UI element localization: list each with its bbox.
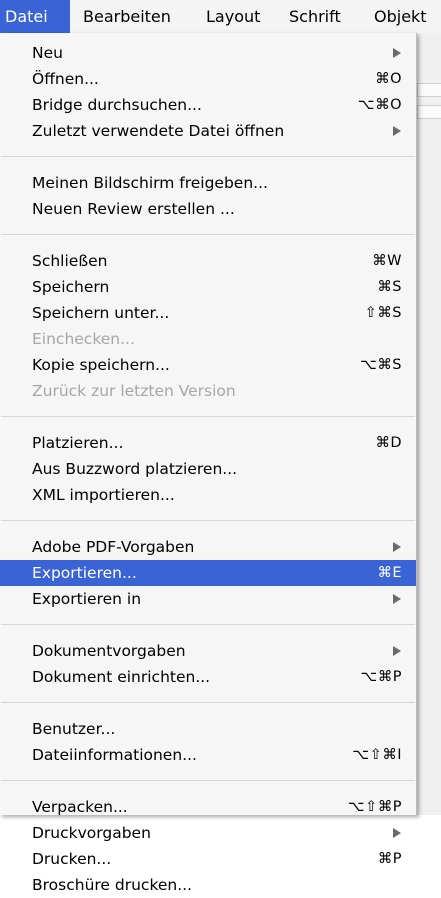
menu-separator (1, 234, 415, 235)
menu-item-label: Adobe PDF-Vorgaben (32, 538, 195, 556)
menu-item-label: Platzieren... (32, 434, 124, 452)
keyboard-shortcut: ⌥⌘S (360, 357, 402, 373)
menu-item-exportieren-in[interactable]: Exportieren in (0, 586, 416, 612)
menubar-item-layout[interactable]: Layout (201, 0, 265, 33)
menu-item-speichern[interactable]: Speichern ⌘S (0, 274, 416, 300)
menu-item-label: Neuen Review erstellen ... (32, 200, 235, 218)
menu-item-exportieren[interactable]: Exportieren... ⌘E (0, 560, 416, 586)
menu-item-meinen-bildschirm-freigeben[interactable]: Meinen Bildschirm freigeben... (0, 170, 416, 196)
menu-item-label: Kopie speichern... (32, 356, 170, 374)
submenu-arrow-icon (393, 594, 401, 604)
menu-item-label: Speichern (32, 278, 110, 296)
menu-item-verpacken[interactable]: Verpacken... ⌥⇧⌘P (0, 794, 416, 820)
menu-item-schließen[interactable]: Schließen ⌘W (0, 248, 416, 274)
menu-separator (1, 416, 415, 417)
background-field (417, 83, 441, 97)
menu-item-label: Dokument einrichten... (32, 668, 211, 686)
menu-item-label: Benutzer... (32, 720, 116, 738)
submenu-arrow-icon (393, 828, 401, 838)
menu-item-neuen-review-erstellen[interactable]: Neuen Review erstellen ... (0, 196, 416, 222)
menu-item-aus-buzzword-platzieren[interactable]: Aus Buzzword platzieren... (0, 456, 416, 482)
submenu-arrow-icon (393, 126, 401, 136)
menu-item-label: Exportieren... (32, 564, 137, 582)
menu-item-label: Broschüre drucken... (32, 876, 193, 894)
menu-item-dokumentvorgaben[interactable]: Dokumentvorgaben (0, 638, 416, 664)
menu-separator (1, 702, 415, 703)
menu-item-label: Dateiinformationen... (32, 746, 197, 764)
keyboard-shortcut: ⌥⌘O (357, 97, 402, 113)
menu-item-label: Schließen (32, 252, 108, 270)
keyboard-shortcut: ⌘D (375, 435, 402, 451)
menu-item-label: Speichern unter... (32, 304, 170, 322)
menu-item-benutzer[interactable]: Benutzer... (0, 716, 416, 742)
menu-item-label: Dokumentvorgaben (32, 642, 186, 660)
background-app-panel (417, 33, 441, 815)
menu-item-bridge-durchsuchen[interactable]: Bridge durchsuchen... ⌥⌘O (0, 92, 416, 118)
menu-item-label: Drucken... (32, 850, 112, 868)
keyboard-shortcut: ⌥⌘P (360, 669, 402, 685)
menubar-item-bearbeiten[interactable]: Bearbeiten (78, 0, 176, 33)
menu-separator (1, 780, 415, 781)
menubar-item-objekt[interactable]: Objekt (369, 0, 432, 33)
menu-item-label: Meinen Bildschirm freigeben... (32, 174, 268, 192)
menu-item-label: Neu (32, 44, 63, 62)
menu-item-adobe-pdf-vorgaben[interactable]: Adobe PDF-Vorgaben (0, 534, 416, 560)
menu-separator (1, 520, 415, 521)
menu-item-label: Zuletzt verwendete Datei öffnen (32, 122, 285, 140)
menu-item-label: Bridge durchsuchen... (32, 96, 202, 114)
menu-item-kopie-speichern[interactable]: Kopie speichern... ⌥⌘S (0, 352, 416, 378)
menu-item-öffnen[interactable]: Öffnen... ⌘O (0, 66, 416, 92)
background-field (417, 105, 441, 119)
menu-item-speichern-unter[interactable]: Speichern unter... ⇧⌘S (0, 300, 416, 326)
menu-item-dokument-einrichten[interactable]: Dokument einrichten... ⌥⌘P (0, 664, 416, 690)
menu-item-label: XML importieren... (32, 486, 175, 504)
menu-item-label: Exportieren in (32, 590, 142, 608)
menu-item-zuletzt-verwendete-datei-öffnen[interactable]: Zuletzt verwendete Datei öffnen (0, 118, 416, 144)
menu-item-xml-importieren[interactable]: XML importieren... (0, 482, 416, 508)
menu-item-zurück-zur-letzten-version: Zurück zur letzten Version (0, 378, 416, 404)
menu-item-label: Druckvorgaben (32, 824, 151, 842)
keyboard-shortcut: ⌘E (377, 565, 402, 581)
keyboard-shortcut: ⌘P (377, 851, 402, 867)
menu-separator (1, 156, 415, 157)
keyboard-shortcut: ⌘S (377, 279, 402, 295)
menu-item-label: Zurück zur letzten Version (32, 382, 236, 400)
submenu-arrow-icon (393, 48, 401, 58)
submenu-arrow-icon (393, 542, 401, 552)
menu-item-label: Verpacken... (32, 798, 128, 816)
menu-item-broschüre-drucken[interactable]: Broschüre drucken... (0, 872, 416, 898)
menubar-item-schrift[interactable]: Schrift (284, 0, 346, 33)
menu-item-einchecken: Einchecken... (0, 326, 416, 352)
menu-bar: Datei Bearbeiten Layout Schrift Objekt (0, 0, 441, 34)
keyboard-shortcut: ⌥⇧⌘P (347, 799, 402, 815)
submenu-arrow-icon (393, 646, 401, 656)
menu-item-neu[interactable]: Neu (0, 40, 416, 66)
menubar-item-datei[interactable]: Datei (0, 0, 70, 33)
menu-item-label: Öffnen... (32, 70, 99, 88)
file-menu-dropdown: Neu Öffnen... ⌘O Bridge durchsuchen... ⌥⌘O Zu… (0, 33, 417, 894)
keyboard-shortcut: ⇧⌘S (364, 305, 402, 321)
menu-item-label: Aus Buzzword platzieren... (32, 460, 238, 478)
menu-item-platzieren[interactable]: Platzieren... ⌘D (0, 430, 416, 456)
menu-separator (1, 624, 415, 625)
menu-item-drucken[interactable]: Drucken... ⌘P (0, 846, 416, 872)
menu-item-dateiinformationen[interactable]: Dateiinformationen... ⌥⇧⌘I (0, 742, 416, 768)
menu-item-label: Einchecken... (32, 330, 135, 348)
menu-item-druckvorgaben[interactable]: Druckvorgaben (0, 820, 416, 846)
keyboard-shortcut: ⌥⇧⌘I (352, 747, 402, 763)
keyboard-shortcut: ⌘O (375, 71, 402, 87)
keyboard-shortcut: ⌘W (372, 253, 402, 269)
